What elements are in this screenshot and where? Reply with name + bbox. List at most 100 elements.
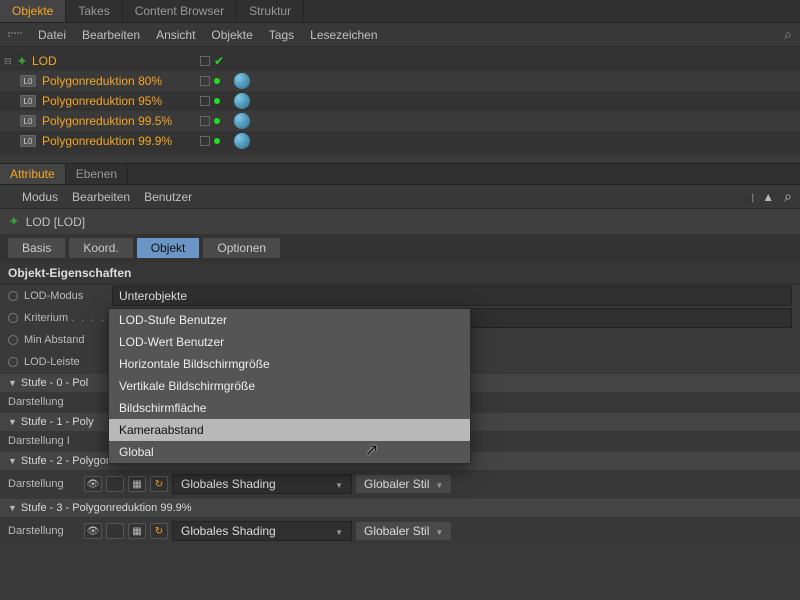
darstellung-row: Darstellung Globales Shading Globaler St… xyxy=(0,470,800,498)
prop-label: Kriterium . . . . xyxy=(24,312,112,324)
tree-item-label: Polygonreduktion 95% xyxy=(42,94,162,108)
menu-tags[interactable]: Tags xyxy=(269,28,294,42)
dropdown-item[interactable]: LOD-Wert Benutzer xyxy=(109,331,470,353)
tab-struktur[interactable]: Struktur xyxy=(237,0,304,22)
swirl-icon[interactable] xyxy=(150,523,168,539)
tree-item-toggles[interactable] xyxy=(200,136,220,146)
object-menubar: Datei Bearbeiten Ansicht Objekte Tags Le… xyxy=(0,23,800,47)
prop-label: Min Abstand xyxy=(24,334,112,346)
tree-item[interactable]: L0 Polygonreduktion 95% xyxy=(0,91,800,111)
search-icon[interactable]: ⌕ xyxy=(784,188,792,205)
subtab-basis[interactable]: Basis xyxy=(8,238,65,258)
grip-icon xyxy=(8,32,22,37)
menu-datei[interactable]: Datei xyxy=(38,28,66,42)
tree-root-toggles[interactable]: ✔ xyxy=(200,54,224,68)
lo-icon: L0 xyxy=(20,95,36,107)
collapse-triangle-icon[interactable]: ▼ xyxy=(8,456,17,466)
radio-icon[interactable] xyxy=(8,291,18,301)
chevron-down-icon xyxy=(327,524,343,538)
tab-ebenen[interactable]: Ebenen xyxy=(66,164,128,184)
sphere-icon[interactable] xyxy=(234,133,250,149)
darstellung-label: Darstellung xyxy=(8,478,80,490)
subtab-koord[interactable]: Koord. xyxy=(69,238,132,258)
object-header: ✦ LOD [LOD] xyxy=(0,209,800,234)
stufe-header[interactable]: ▼Stufe - 3 - Polygonreduktion 99.9% xyxy=(0,499,800,517)
pixel-icon[interactable] xyxy=(128,523,146,539)
tree-root-row[interactable]: ⊟ ✦ LOD ✔ xyxy=(0,51,800,71)
darstellung-label: Darstellung I xyxy=(8,435,80,447)
sphere-tags xyxy=(234,73,250,149)
dropdown-item[interactable]: LOD-Stufe Benutzer xyxy=(109,309,470,331)
blank-icon[interactable] xyxy=(106,523,124,539)
blank-icon[interactable] xyxy=(106,476,124,492)
collapse-triangle-icon[interactable]: ▼ xyxy=(8,503,17,513)
prop-lod-modus: LOD-Modus Unterobjekte xyxy=(0,285,800,307)
tree-item[interactable]: L0 Polygonreduktion 80% xyxy=(0,71,800,91)
attribute-menubar: Modus Bearbeiten Benutzer ⌕ xyxy=(0,185,800,209)
tab-objekte[interactable]: Objekte xyxy=(0,0,66,22)
tab-content-browser[interactable]: Content Browser xyxy=(123,0,237,22)
shading-select[interactable]: Globales Shading xyxy=(172,521,352,541)
menu-ansicht[interactable]: Ansicht xyxy=(156,28,195,42)
menu-bearbeiten-attr[interactable]: Bearbeiten xyxy=(72,190,130,204)
section-tabs: Attribute Ebenen xyxy=(0,163,800,185)
menu-bearbeiten[interactable]: Bearbeiten xyxy=(82,28,140,42)
chevron-down-icon xyxy=(327,477,343,491)
darstellung-label: Darstellung xyxy=(8,525,80,537)
tab-attribute[interactable]: Attribute xyxy=(0,164,66,184)
tree-item[interactable]: L0 Polygonreduktion 99.9% xyxy=(0,131,800,151)
dropdown-item-hover[interactable]: Kameraabstand xyxy=(109,419,470,441)
sphere-icon[interactable] xyxy=(234,93,250,109)
darstellung-label: Darstellung xyxy=(8,396,80,408)
stil-button[interactable]: Globaler Stil xyxy=(356,522,451,540)
tree-root-label: LOD xyxy=(32,54,57,68)
tree-collapse-icon[interactable]: ⊟ xyxy=(4,56,14,67)
sphere-icon[interactable] xyxy=(234,73,250,89)
sphere-icon[interactable] xyxy=(234,113,250,129)
dropdown-item[interactable]: Vertikale Bildschirmgröße xyxy=(109,375,470,397)
menu-lesezeichen[interactable]: Lesezeichen xyxy=(310,28,377,42)
collapse-triangle-icon[interactable]: ▼ xyxy=(8,417,17,427)
top-tabs: Objekte Takes Content Browser Struktur xyxy=(0,0,800,23)
shading-select[interactable]: Globales Shading xyxy=(172,474,352,494)
stil-button[interactable]: Globaler Stil xyxy=(356,475,451,493)
nav-back-icon[interactable] xyxy=(743,190,752,204)
tree-item-toggles[interactable] xyxy=(200,96,220,106)
subtab-objekt[interactable]: Objekt xyxy=(137,238,200,258)
dropdown-item[interactable]: Horizontale Bildschirmgröße xyxy=(109,353,470,375)
pixel-icon[interactable] xyxy=(128,476,146,492)
search-icon[interactable]: ⌕ xyxy=(784,26,792,43)
tree-item-label: Polygonreduktion 99.5% xyxy=(42,114,172,128)
subtab-optionen[interactable]: Optionen xyxy=(203,238,280,258)
object-tree: ⊟ ✦ LOD ✔ L0 Polygonreduktion 80% L0 Pol… xyxy=(0,47,800,155)
prop-value-select[interactable]: Unterobjekte xyxy=(112,286,792,306)
menu-benutzer[interactable]: Benutzer xyxy=(144,190,192,204)
darstellung-row: Darstellung Globales Shading Globaler St… xyxy=(0,517,800,545)
nav-up-icon[interactable] xyxy=(762,190,774,204)
radio-icon[interactable] xyxy=(8,313,18,323)
chevron-down-icon xyxy=(435,524,443,538)
eye-icon[interactable] xyxy=(84,476,102,492)
tree-item[interactable]: L0 Polygonreduktion 99.5% xyxy=(0,111,800,131)
object-title: LOD [LOD] xyxy=(26,215,85,229)
menu-objekte[interactable]: Objekte xyxy=(211,28,252,42)
dropdown-item[interactable]: Bildschirmfläche xyxy=(109,397,470,419)
swirl-icon[interactable] xyxy=(150,476,168,492)
radio-icon[interactable] xyxy=(8,357,18,367)
attribute-subtabs: Basis Koord. Objekt Optionen xyxy=(0,234,800,262)
tree-item-toggles[interactable] xyxy=(200,116,220,126)
stufe-3: ▼Stufe - 3 - Polygonreduktion 99.9% Dars… xyxy=(0,499,800,545)
lo-icon: L0 xyxy=(20,75,36,87)
collapse-triangle-icon[interactable]: ▼ xyxy=(8,378,17,388)
lo-icon: L0 xyxy=(20,115,36,127)
lo-icon: L0 xyxy=(20,135,36,147)
eye-icon[interactable] xyxy=(84,523,102,539)
menu-modus[interactable]: Modus xyxy=(22,190,58,204)
tab-takes[interactable]: Takes xyxy=(66,0,122,22)
radio-icon[interactable] xyxy=(8,335,18,345)
prop-label: LOD-Modus xyxy=(24,290,112,302)
kriterium-dropdown: LOD-Stufe Benutzer LOD-Wert Benutzer Hor… xyxy=(108,308,471,464)
tree-item-toggles[interactable] xyxy=(200,76,220,86)
dropdown-item[interactable]: Global xyxy=(109,441,470,463)
section-title: Objekt-Eigenschaften xyxy=(0,262,800,285)
